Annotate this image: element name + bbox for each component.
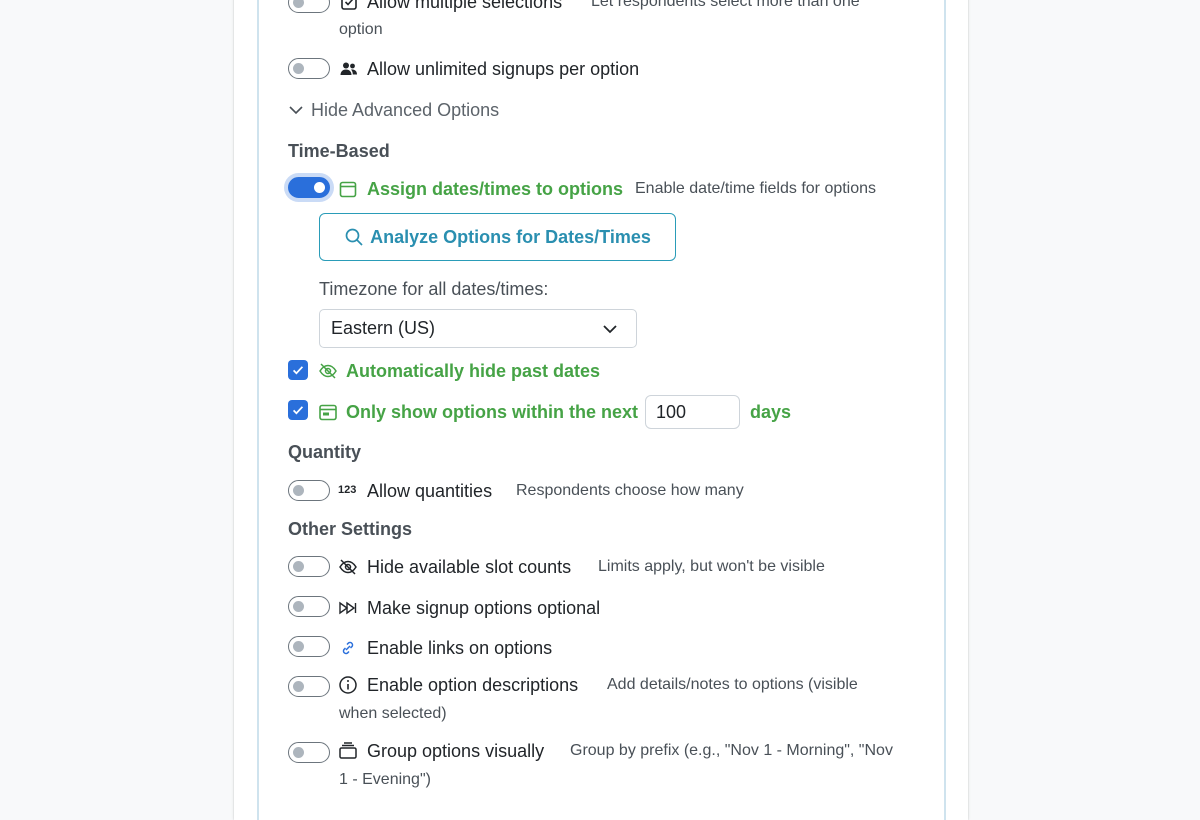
toggle-knob bbox=[293, 746, 304, 758]
checkmark-icon bbox=[292, 406, 304, 415]
allow-quantities-toggle[interactable] bbox=[288, 480, 330, 501]
toggle-knob bbox=[293, 680, 304, 692]
timezone-value: Eastern (US) bbox=[331, 318, 436, 338]
link-icon bbox=[338, 638, 358, 658]
group-options-label: Group options visually bbox=[367, 741, 545, 761]
multiple-selections-label: Allow multiple selections bbox=[367, 0, 563, 12]
multiple-selections-toggle[interactable] bbox=[288, 0, 330, 13]
days-unit-label: days bbox=[750, 402, 792, 422]
option-descriptions-desc-cont: when selected) bbox=[339, 705, 447, 722]
optional-signup-label: Make signup options optional bbox=[367, 598, 601, 618]
chevron-down-icon bbox=[602, 321, 618, 337]
toggle-knob bbox=[293, 0, 304, 8]
assign-dates-desc: Enable date/time fields for options bbox=[635, 180, 877, 197]
toggle-knob bbox=[293, 484, 304, 496]
unlimited-signups-label: Allow unlimited signups per option bbox=[367, 59, 640, 79]
group-options-toggle[interactable] bbox=[288, 742, 330, 763]
other-settings-heading: Other Settings bbox=[288, 519, 413, 539]
calendar-range-icon bbox=[318, 402, 338, 422]
info-icon bbox=[338, 675, 358, 695]
multiple-selections-desc: Let respondents select more than one bbox=[591, 0, 860, 10]
eye-slash-icon bbox=[318, 361, 338, 381]
enable-links-toggle[interactable] bbox=[288, 636, 330, 657]
allow-quantities-label: Allow quantities bbox=[367, 481, 493, 501]
hide-advanced-options-label: Hide Advanced Options bbox=[311, 99, 500, 120]
option-descriptions-label: Enable option descriptions bbox=[367, 675, 579, 695]
toggle-knob bbox=[293, 560, 304, 572]
time-based-heading: Time-Based bbox=[288, 141, 390, 161]
analyze-dates-button[interactable]: Analyze Options for Dates/Times bbox=[319, 213, 676, 261]
days-input[interactable]: 100 bbox=[645, 395, 740, 429]
hide-advanced-options-toggle[interactable]: Hide Advanced Options bbox=[288, 98, 499, 122]
option-descriptions-toggle[interactable] bbox=[288, 676, 330, 697]
toggle-knob bbox=[293, 600, 304, 612]
multiple-selections-desc-cont: option bbox=[339, 21, 383, 38]
chevron-down-icon bbox=[288, 102, 304, 118]
unlimited-signups-toggle[interactable] bbox=[288, 58, 330, 79]
hide-past-dates-label: Automatically hide past dates bbox=[346, 361, 601, 381]
optional-signup-toggle[interactable] bbox=[288, 596, 330, 617]
stack-icon bbox=[338, 741, 358, 761]
within-next-checkbox[interactable] bbox=[288, 400, 308, 420]
allow-quantities-desc: Respondents choose how many bbox=[516, 482, 744, 499]
quantity-heading: Quantity bbox=[288, 442, 362, 462]
assign-dates-label: Assign dates/times to options bbox=[367, 179, 624, 199]
option-descriptions-desc: Add details/notes to options (visible bbox=[607, 676, 858, 693]
skip-forward-icon bbox=[338, 598, 358, 618]
eye-slash-icon bbox=[338, 557, 358, 577]
hide-slot-counts-label: Hide available slot counts bbox=[367, 557, 572, 577]
assign-dates-toggle[interactable] bbox=[288, 177, 330, 198]
group-options-desc: Group by prefix (e.g., "Nov 1 - Morning"… bbox=[570, 742, 893, 759]
toggle-knob bbox=[293, 640, 304, 652]
analyze-dates-label: Analyze Options for Dates/Times bbox=[370, 226, 651, 247]
search-icon bbox=[344, 227, 364, 247]
people-icon bbox=[339, 59, 359, 79]
enable-links-label: Enable links on options bbox=[367, 638, 553, 658]
numbers-icon: 123 bbox=[338, 484, 357, 496]
calendar-icon bbox=[338, 179, 358, 199]
hide-past-dates-checkbox[interactable] bbox=[288, 360, 308, 380]
timezone-select[interactable]: Eastern (US) bbox=[319, 309, 637, 348]
within-next-label: Only show options within the next bbox=[346, 402, 638, 422]
group-options-desc-cont: 1 - Evening") bbox=[339, 771, 431, 788]
toggle-knob bbox=[293, 62, 304, 74]
checkbox-icon bbox=[339, 0, 359, 12]
hide-slot-counts-toggle[interactable] bbox=[288, 556, 330, 577]
timezone-label: Timezone for all dates/times: bbox=[319, 279, 549, 299]
toggle-knob bbox=[314, 181, 325, 193]
hide-slot-counts-desc: Limits apply, but won't be visible bbox=[598, 558, 825, 575]
checkmark-icon bbox=[292, 366, 304, 375]
